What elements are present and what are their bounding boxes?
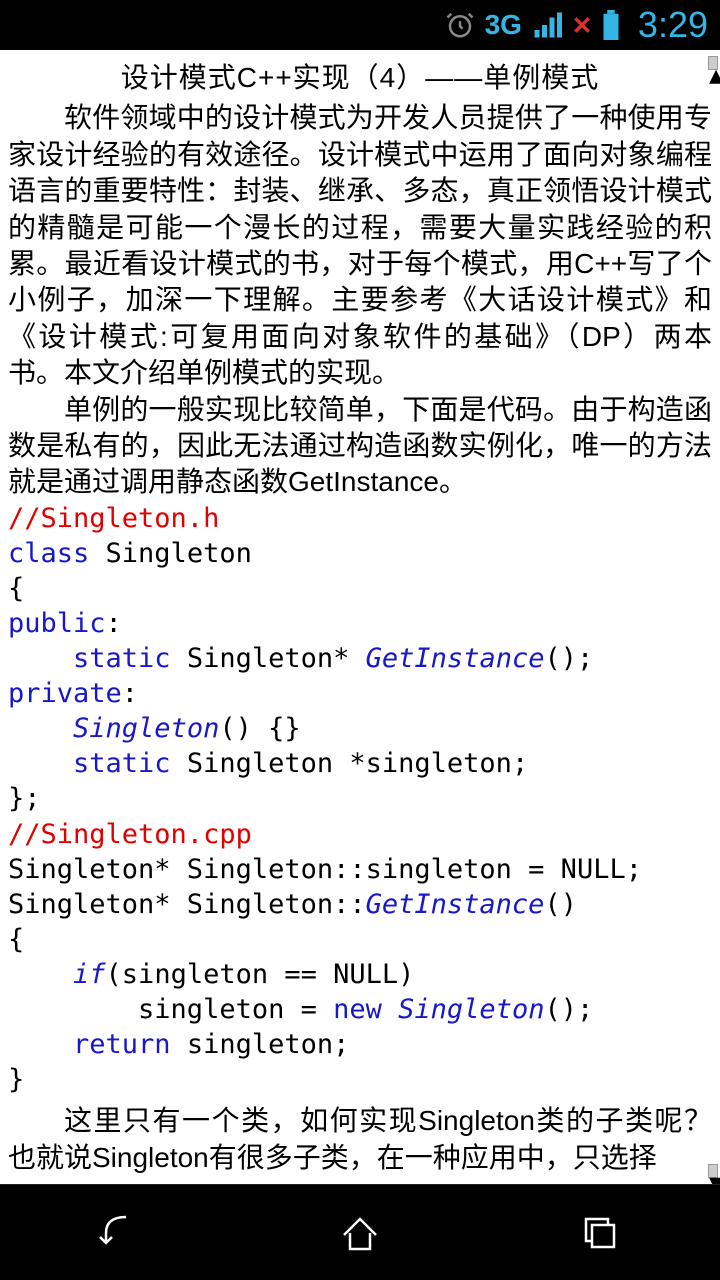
code-line: private: [8,676,712,711]
home-button[interactable] [330,1203,390,1263]
battery-icon [602,10,620,40]
code-line: { [8,922,712,957]
code-line: } [8,1062,712,1097]
code-line: //Singleton.h [8,501,712,536]
article-title: 设计模式C++实现（4）——单例模式 [8,60,712,96]
code-line: static Singleton* GetInstance(); [8,641,712,676]
paragraph-1: 软件领域中的设计模式为开发人员提供了一种使用专家设计经验的有效途径。设计模式中运… [8,100,712,391]
paragraph-2: 单例的一般实现比较简单，下面是代码。由于构造函数是私有的，因此无法通过构造函数实… [8,392,712,501]
code-line: Singleton* Singleton::GetInstance() [8,887,712,922]
scrollbar-up-icon[interactable]: ▴ [708,56,718,70]
code-line: class Singleton [8,536,712,571]
code-line: static Singleton *singleton; [8,746,712,781]
back-button[interactable] [90,1203,150,1263]
code-line: Singleton() {} [8,711,712,746]
code-line: Singleton* Singleton::singleton = NULL; [8,852,712,887]
code-line: public: [8,606,712,641]
paragraph-3: 这里只有一个类，如何实现Singleton类的子类呢？也就说Singleton有… [8,1103,712,1176]
code-line: { [8,571,712,606]
recent-apps-button[interactable] [570,1203,630,1263]
code-line: return singleton; [8,1027,712,1062]
alarm-icon [445,10,475,40]
network-3g-label: 3G [485,9,522,41]
code-line: }; [8,781,712,816]
article-content[interactable]: ▴ ▾ 设计模式C++实现（4）——单例模式 软件领域中的设计模式为开发人员提供… [0,50,720,1184]
signal-icon [532,10,562,40]
navigation-bar [0,1184,720,1280]
status-bar: 3G 3:29 [0,0,720,50]
scrollbar-down-icon[interactable]: ▾ [708,1164,718,1178]
clock-time: 3:29 [638,4,708,46]
x-icon [572,15,592,35]
code-line: if(singleton == NULL) [8,957,712,992]
code-line: //Singleton.cpp [8,817,712,852]
code-line: singleton = new Singleton(); [8,992,712,1027]
